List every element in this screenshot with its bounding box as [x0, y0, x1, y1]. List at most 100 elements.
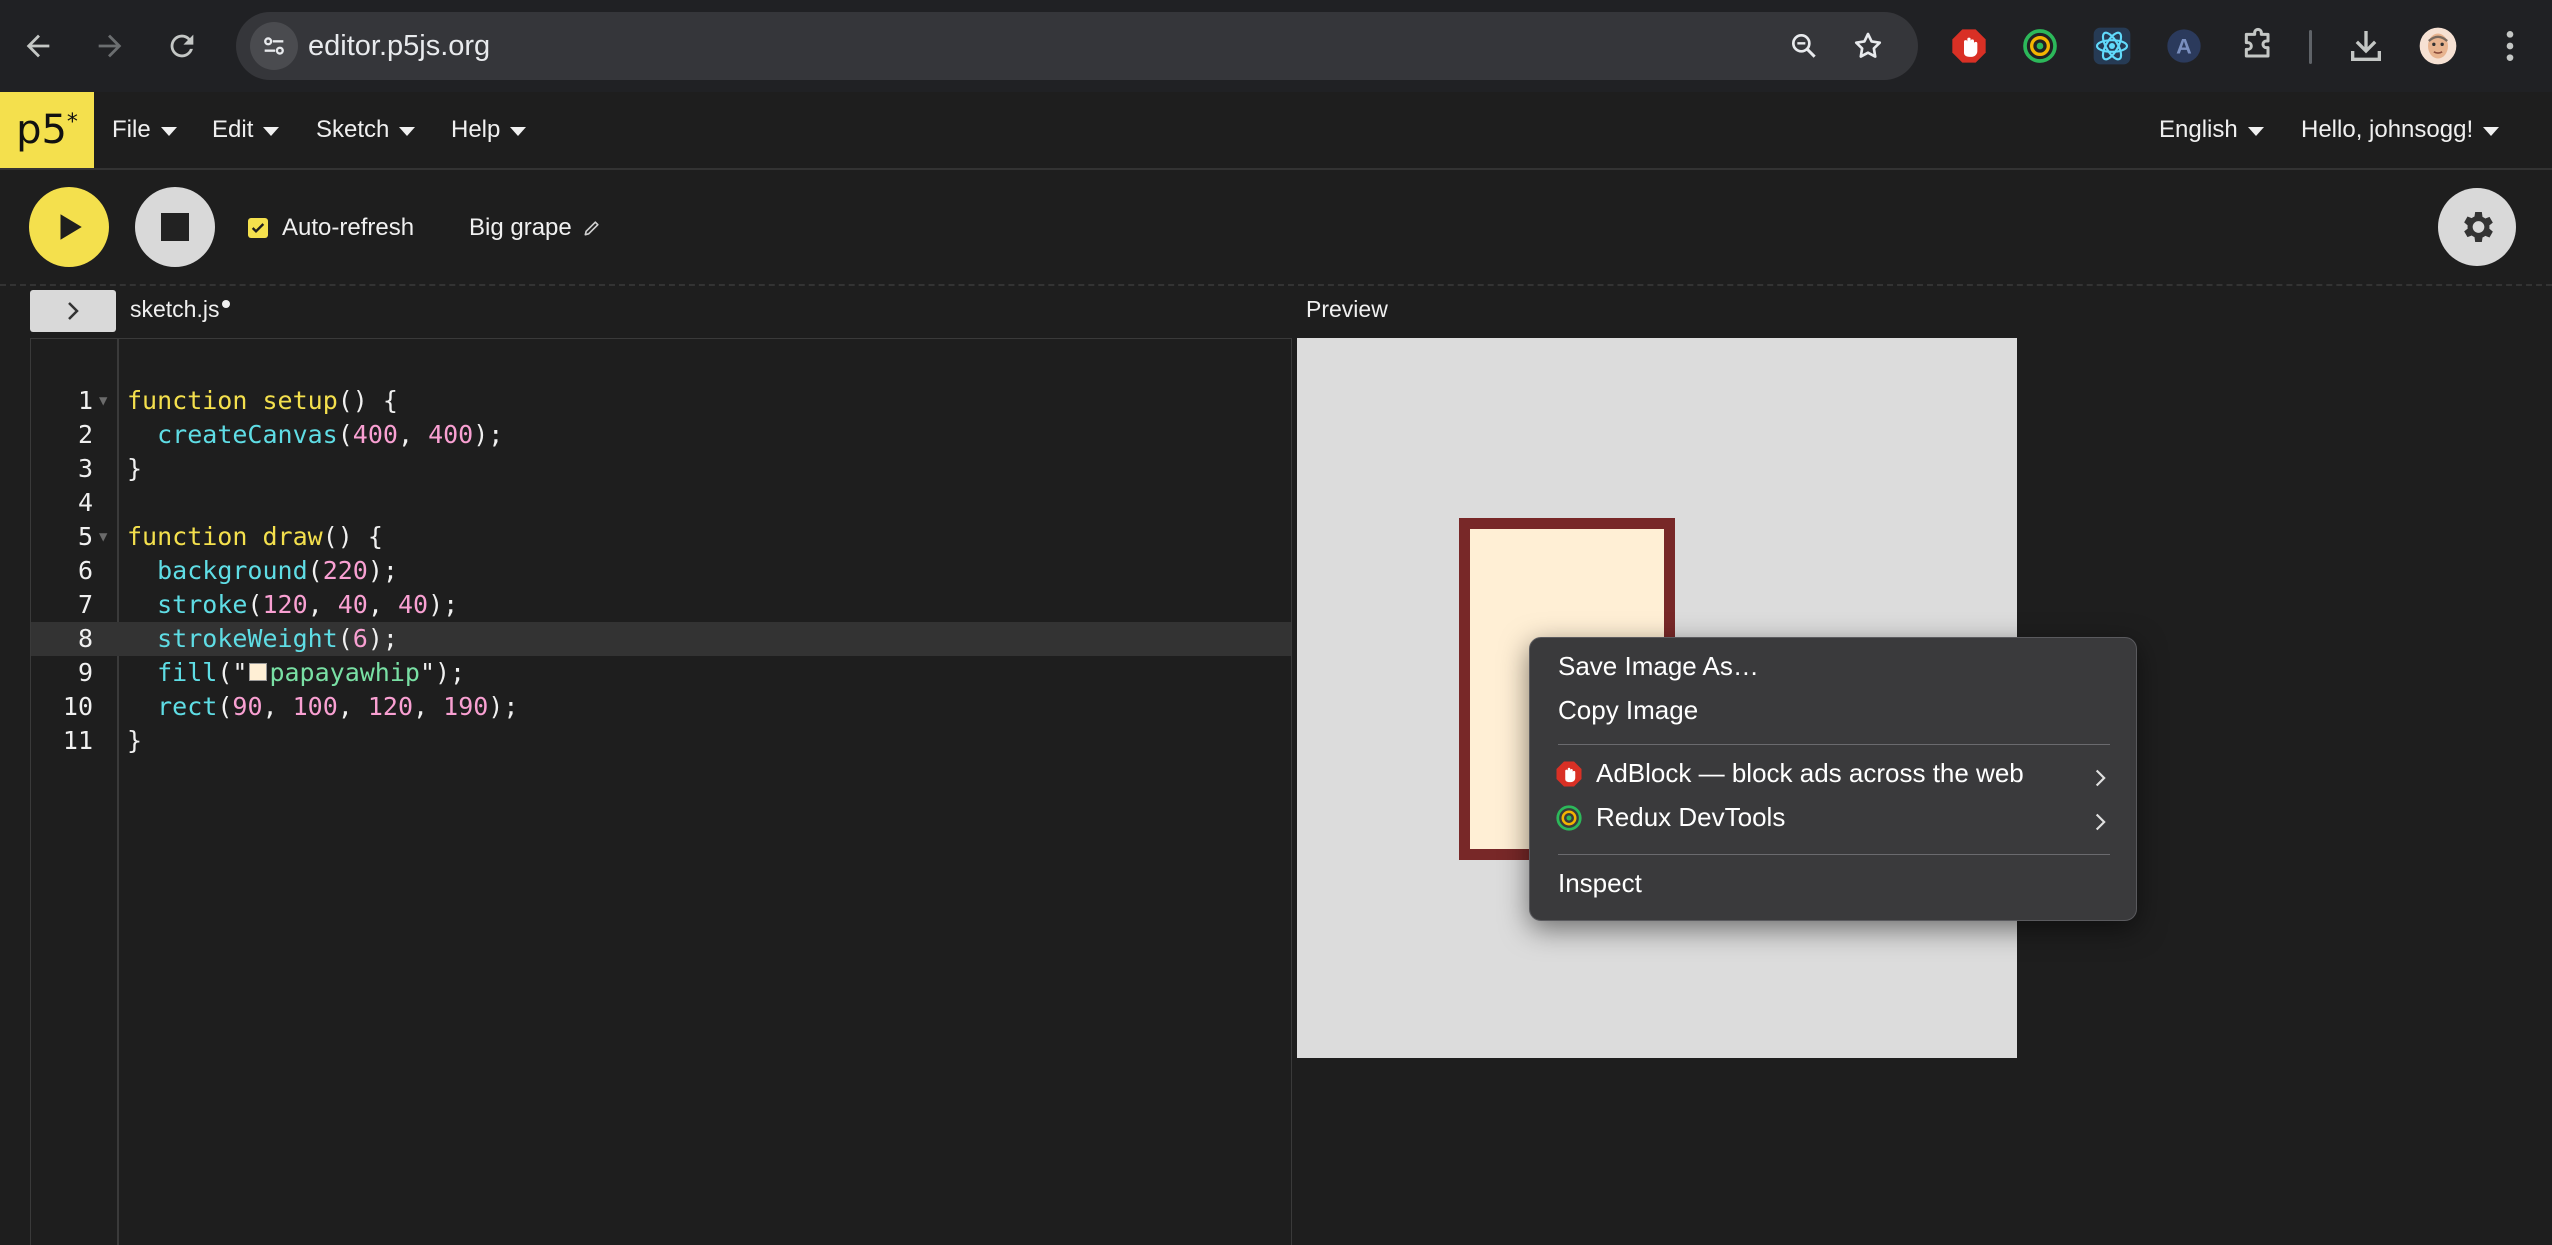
- redux-devtools-label: Redux DevTools: [1596, 802, 1786, 832]
- adblock-extension-icon[interactable]: [1947, 24, 1991, 68]
- code-text: background(220);: [127, 554, 398, 588]
- p5-logo[interactable]: p5 *: [0, 92, 94, 168]
- code-token: 90: [232, 692, 263, 721]
- play-button[interactable]: [29, 187, 109, 267]
- code-text: createCanvas(400, 400);: [127, 418, 503, 452]
- line-number: 6: [77, 556, 93, 585]
- zoom-icon[interactable]: [1784, 26, 1824, 66]
- profile-avatar[interactable]: [2416, 24, 2460, 68]
- code-token: stroke: [157, 590, 248, 619]
- redux-devtools-item[interactable]: Redux DevTools: [1554, 802, 1785, 833]
- code-line[interactable]: 4: [31, 486, 1291, 520]
- caret-down-icon: [510, 127, 527, 136]
- line-number: 10: [62, 692, 93, 721]
- code-token: setup: [262, 386, 338, 415]
- line-number: 9: [77, 658, 93, 687]
- pencil-icon[interactable]: [582, 218, 602, 238]
- fold-arrow-icon[interactable]: ▼: [99, 384, 107, 418]
- redux-devtools-extension-icon[interactable]: [2018, 24, 2062, 68]
- sidebar-toggle-button[interactable]: [30, 290, 116, 332]
- code-token: ,: [367, 590, 398, 619]
- menu-help-label: Help: [451, 116, 501, 143]
- caret-down-icon: [399, 127, 416, 136]
- code-line[interactable]: 6 background(220);: [31, 554, 1291, 588]
- code-lines: 1 ▼ function setup() {2 createCanvas(400, …: [31, 384, 1291, 758]
- save-image-as-item[interactable]: Save Image As…: [1558, 651, 1759, 682]
- menu-divider: [1558, 744, 2110, 745]
- url-text[interactable]: editor.p5js.org: [308, 30, 490, 63]
- reload-icon[interactable]: [156, 20, 208, 72]
- code-token: 120: [262, 590, 308, 619]
- toolbar-divider: [2309, 30, 2312, 64]
- downloads-icon[interactable]: [2344, 24, 2388, 68]
- code-token: 190: [443, 692, 489, 721]
- extensions-puzzle-icon[interactable]: [2236, 24, 2280, 68]
- code-line[interactable]: 8 strokeWeight(6);: [31, 622, 1291, 656]
- line-number: 4: [77, 488, 93, 517]
- language-label: English: [2159, 116, 2238, 143]
- extension-a-icon[interactable]: A: [2162, 24, 2206, 68]
- code-line[interactable]: 1 ▼ function setup() {: [31, 384, 1291, 418]
- line-number: 8: [77, 624, 93, 653]
- code-text: function draw() {: [127, 520, 383, 554]
- browser-toolbar: editor.p5js.org A: [0, 0, 2552, 92]
- code-line[interactable]: 3}: [31, 452, 1291, 486]
- caret-down-icon: [263, 127, 280, 136]
- code-token: 40: [397, 590, 429, 619]
- code-text: rect(90, 100, 120, 190);: [127, 690, 518, 724]
- sketch-name[interactable]: Big grape: [469, 214, 602, 242]
- site-info-icon[interactable]: [250, 22, 298, 70]
- code-token: 400: [352, 420, 398, 449]
- code-token: strokeWeight: [157, 624, 338, 653]
- code-token: draw: [262, 522, 323, 551]
- code-token: function: [127, 522, 248, 551]
- menu-help[interactable]: Help: [451, 116, 527, 144]
- code-text: }: [127, 724, 142, 758]
- line-number: 5: [77, 522, 93, 551]
- more-menu-icon[interactable]: [2488, 24, 2532, 68]
- color-swatch: [249, 663, 268, 681]
- address-bar[interactable]: editor.p5js.org: [236, 12, 1918, 80]
- menu-edit[interactable]: Edit: [212, 116, 280, 144]
- sketch-name-label: Big grape: [469, 214, 572, 241]
- forward-icon[interactable]: [84, 20, 136, 72]
- code-token: (: [217, 692, 233, 721]
- stop-button[interactable]: [135, 187, 215, 267]
- bookmark-star-icon[interactable]: [1848, 26, 1888, 66]
- back-icon[interactable]: [12, 20, 64, 72]
- auto-refresh-checkbox[interactable]: [248, 218, 268, 238]
- code-token: }: [127, 726, 143, 755]
- code-text: fill(" papayawhip");: [127, 656, 465, 690]
- inspect-item[interactable]: Inspect: [1558, 868, 1642, 899]
- unsaved-indicator: [222, 300, 231, 308]
- code-line[interactable]: 11}: [31, 724, 1291, 758]
- file-tab-sketch-js[interactable]: sketch.js: [130, 296, 231, 323]
- adblock-item[interactable]: AdBlock — block ads across the web: [1554, 758, 2024, 789]
- menu-sketch[interactable]: Sketch: [316, 116, 416, 144]
- react-devtools-extension-icon[interactable]: [2090, 24, 2134, 68]
- copy-image-item[interactable]: Copy Image: [1558, 695, 1698, 726]
- line-number: 7: [77, 590, 93, 619]
- code-line[interactable]: 5 ▼ function draw() {: [31, 520, 1291, 554]
- code-line[interactable]: 9 fill(" papayawhip");: [31, 656, 1291, 690]
- code-token: 400: [428, 420, 474, 449]
- p5-logo-asterisk: *: [66, 109, 78, 135]
- code-editor[interactable]: 1 ▼ function setup() {2 createCanvas(400, …: [30, 338, 1292, 1245]
- code-line[interactable]: 2 createCanvas(400, 400);: [31, 418, 1291, 452]
- code-token: );: [428, 590, 459, 619]
- code-line[interactable]: 7 stroke(120, 40, 40);: [31, 588, 1291, 622]
- menu-file-label: File: [112, 116, 151, 143]
- menu-file[interactable]: File: [112, 116, 177, 144]
- user-menu[interactable]: Hello, johnsogg!: [2301, 116, 2500, 144]
- submenu-chevron-icon: [2095, 769, 2106, 787]
- code-line[interactable]: 10 rect(90, 100, 120, 190);: [31, 690, 1291, 724]
- settings-button[interactable]: [2438, 188, 2516, 266]
- code-token: 40: [337, 590, 368, 619]
- fold-arrow-icon[interactable]: ▼: [99, 520, 107, 554]
- sketch-toolbar: Auto-refresh Big grape: [0, 170, 2552, 286]
- auto-refresh-toggle[interactable]: Auto-refresh: [248, 214, 414, 242]
- user-greeting: Hello, johnsogg!: [2301, 116, 2474, 143]
- language-menu[interactable]: English: [2159, 116, 2264, 144]
